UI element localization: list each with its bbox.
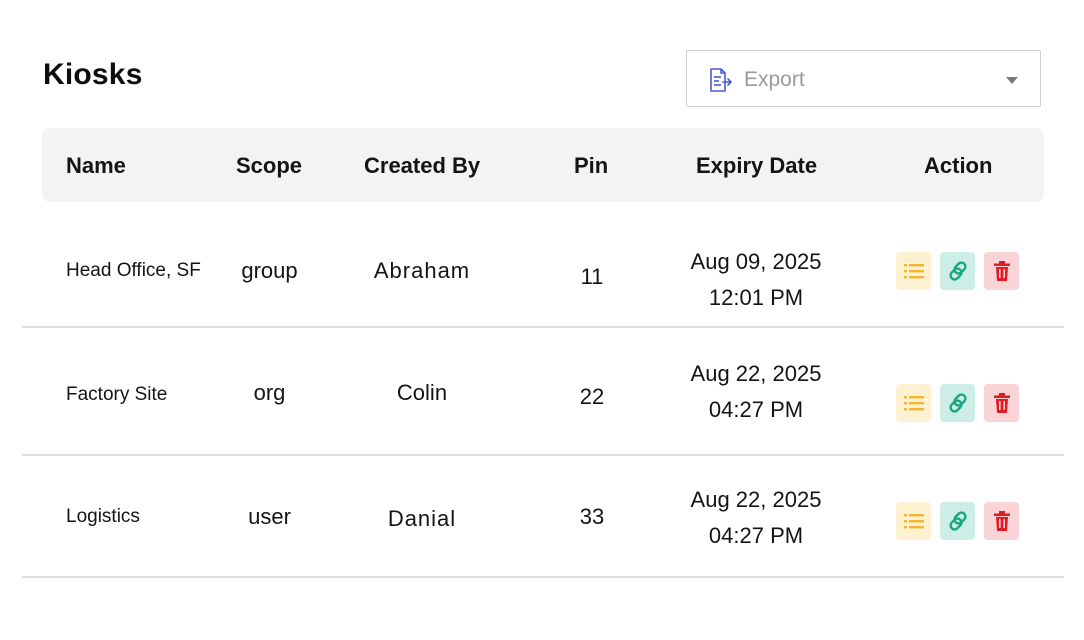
details-button[interactable] [896, 252, 931, 290]
export-label: Export [744, 68, 805, 91]
list-icon [903, 396, 924, 411]
row-expiry-time: 04:27 PM [708, 523, 804, 548]
row-scope: group [241, 258, 298, 283]
link-button[interactable] [940, 384, 975, 422]
row-expiry-date: Aug 22, 2025 [690, 361, 822, 386]
delete-button[interactable] [984, 384, 1019, 422]
table-header: Name Scope Created By Pin Expiry Date Ac… [42, 128, 1044, 202]
row-created-by: Abraham [373, 258, 471, 283]
list-icon [903, 514, 924, 529]
trash-icon [993, 261, 1010, 281]
link-icon [948, 393, 967, 413]
trash-icon [993, 511, 1010, 531]
row-actions [896, 252, 1019, 290]
details-button[interactable] [896, 384, 931, 422]
row-actions [896, 502, 1019, 540]
row-expiry-date: Aug 22, 2025 [690, 487, 822, 512]
column-header-pin[interactable]: Pin [574, 153, 608, 179]
kiosks-page: Kiosks Export Name Scope Created By Pin … [0, 0, 1084, 640]
row-scope: org [253, 380, 286, 405]
row-pin: 33 [579, 504, 605, 529]
table-row: Factory Site org Colin 22 Aug 22, 2025 0… [22, 328, 1064, 456]
column-header-scope[interactable]: Scope [236, 153, 302, 179]
row-pin: 11 [580, 264, 604, 289]
link-icon [948, 261, 967, 281]
row-expiry-time: 04:27 PM [708, 397, 804, 422]
link-button[interactable] [940, 502, 975, 540]
row-expiry: Aug 22, 2025 04:27 PM [666, 356, 846, 428]
list-icon [903, 264, 924, 279]
row-expiry-date: Aug 09, 2025 [690, 249, 822, 274]
row-name: Factory Site [66, 384, 168, 405]
delete-button[interactable] [984, 502, 1019, 540]
row-name: Head Office, SF [66, 260, 201, 281]
row-created-by: Danial [387, 506, 457, 531]
row-expiry: Aug 22, 2025 04:27 PM [666, 482, 846, 554]
row-expiry-time: 12:01 PM [708, 285, 804, 310]
column-header-expiry-date[interactable]: Expiry Date [696, 153, 817, 179]
kiosk-table-body: Head Office, SF group Abraham 11 Aug 09,… [22, 202, 1064, 578]
row-expiry: Aug 09, 2025 12:01 PM [666, 244, 846, 316]
details-button[interactable] [896, 502, 931, 540]
chevron-down-icon[interactable] [1006, 77, 1018, 84]
row-created-by: Colin [396, 380, 448, 405]
link-icon [948, 511, 967, 531]
column-header-created-by[interactable]: Created By [364, 153, 480, 179]
page-title: Kiosks [43, 58, 143, 91]
trash-icon [993, 393, 1010, 413]
row-pin: 22 [579, 384, 605, 409]
column-header-name[interactable]: Name [66, 153, 126, 179]
delete-button[interactable] [984, 252, 1019, 290]
export-document-icon [710, 68, 732, 92]
row-name: Logistics [66, 506, 140, 527]
row-actions [896, 384, 1019, 422]
row-scope: user [248, 504, 291, 529]
table-row: Head Office, SF group Abraham 11 Aug 09,… [22, 202, 1064, 328]
export-dropdown[interactable]: Export [686, 50, 1041, 107]
column-header-action: Action [924, 153, 993, 178]
table-row: Logistics user Danial 33 Aug 22, 2025 04… [22, 456, 1064, 578]
link-button[interactable] [940, 252, 975, 290]
